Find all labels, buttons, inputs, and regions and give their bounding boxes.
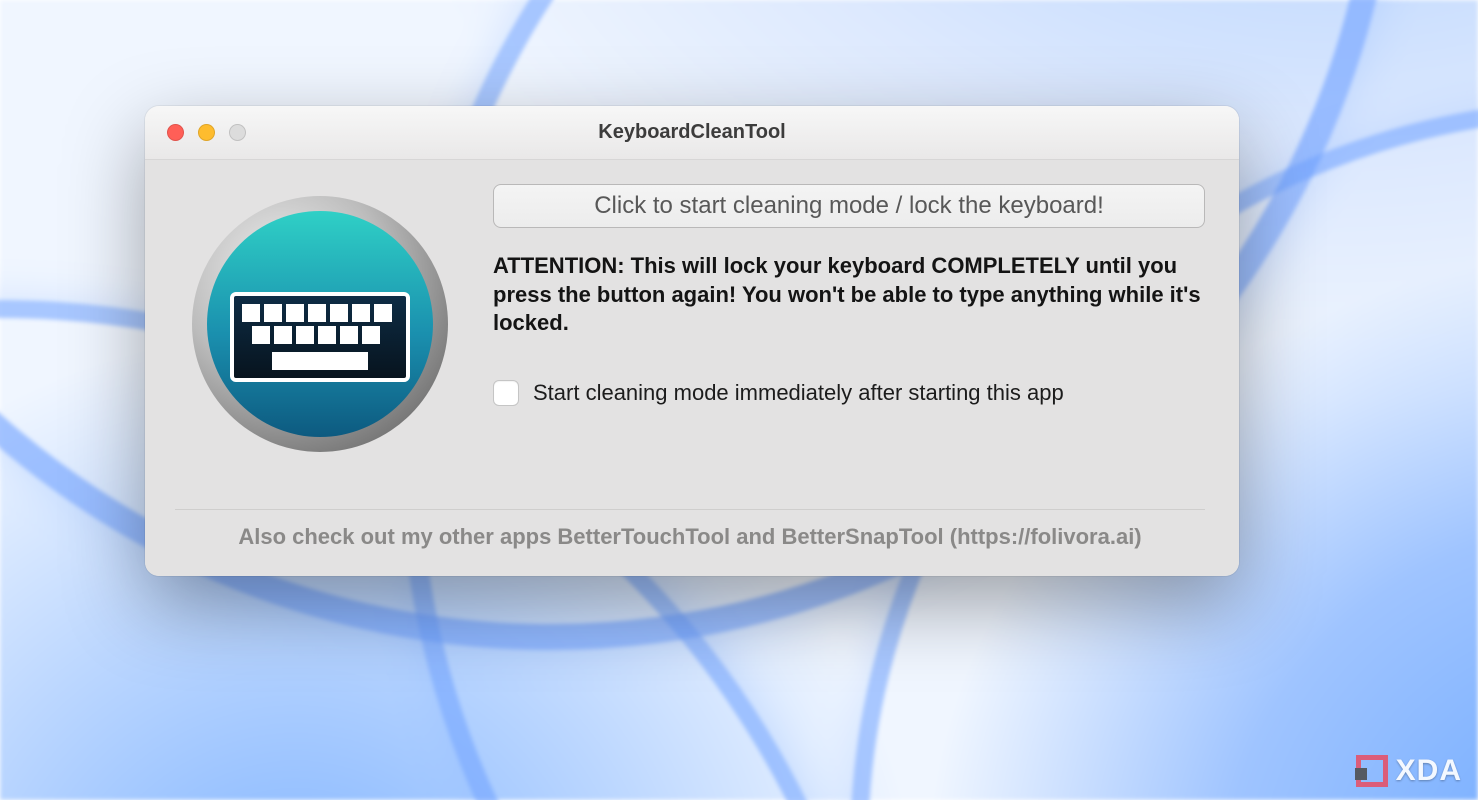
auto-start-checkbox-row: Start cleaning mode immediately after st…	[493, 380, 1205, 406]
window-body: Click to start cleaning mode / lock the …	[145, 160, 1239, 576]
auto-start-checkbox-label: Start cleaning mode immediately after st…	[533, 380, 1064, 406]
xda-logo-icon	[1356, 755, 1388, 787]
auto-start-checkbox[interactable]	[493, 380, 519, 406]
maximize-icon	[229, 124, 246, 141]
xda-watermark: XDA	[1356, 754, 1462, 788]
xda-logo-text: XDA	[1396, 754, 1462, 788]
titlebar[interactable]: KeyboardCleanTool	[145, 106, 1239, 160]
app-window: KeyboardCleanTool	[145, 106, 1239, 576]
app-icon	[175, 184, 465, 481]
start-cleaning-button[interactable]: Click to start cleaning mode / lock the …	[493, 184, 1205, 228]
attention-text: ATTENTION: This will lock your keyboard …	[493, 252, 1205, 338]
close-icon[interactable]	[167, 124, 184, 141]
minimize-icon[interactable]	[198, 124, 215, 141]
traffic-lights	[167, 124, 246, 141]
divider	[175, 509, 1205, 510]
footer-text: Also check out my other apps BetterTouch…	[175, 524, 1205, 558]
window-title: KeyboardCleanTool	[598, 121, 785, 144]
